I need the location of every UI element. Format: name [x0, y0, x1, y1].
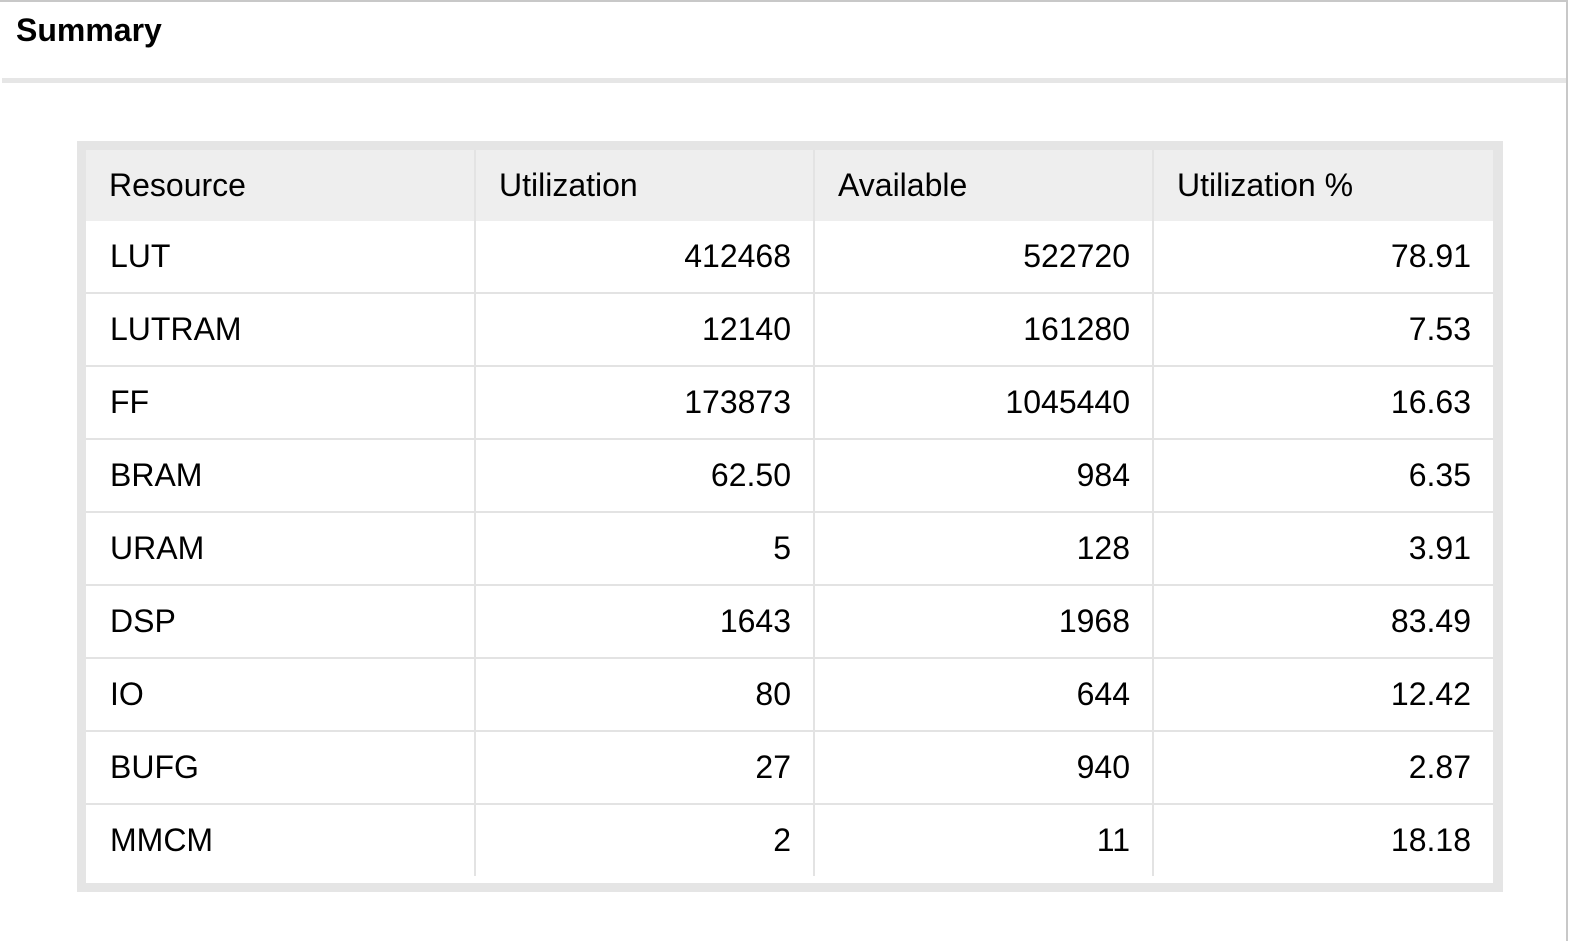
resource-cell: LUTRAM: [86, 292, 475, 366]
resource-cell: FF: [86, 365, 475, 439]
utilization-cell: 173873: [474, 365, 814, 439]
table-row: BUFG 27 940 2.87: [86, 730, 1493, 804]
available-cell: 644: [813, 657, 1153, 731]
utilization-percent-cell: 12.42: [1152, 657, 1493, 731]
utilization-cell: 62.50: [474, 438, 814, 512]
table-row: IO 80 644 12.42: [86, 657, 1493, 731]
resource-cell: MMCM: [86, 803, 475, 876]
available-cell: 161280: [813, 292, 1153, 366]
available-cell: 940: [813, 730, 1153, 804]
utilization-table: Resource Utilization Available Utilizati…: [86, 150, 1493, 876]
resource-cell: DSP: [86, 584, 475, 658]
right-border: [1566, 0, 1568, 941]
available-cell: 522720: [813, 221, 1153, 293]
utilization-percent-cell: 6.35: [1152, 438, 1493, 512]
utilization-table-frame: Resource Utilization Available Utilizati…: [77, 141, 1503, 892]
utilization-percent-cell: 2.87: [1152, 730, 1493, 804]
utilization-cell: 2: [474, 803, 814, 876]
table-body: LUT 412468 522720 78.91 LUTRAM 12140 161280 7.5…: [86, 221, 1493, 876]
resource-cell: BRAM: [86, 438, 475, 512]
table-row: MMCM 2 11 18.18: [86, 803, 1493, 876]
available-cell: 128: [813, 511, 1153, 585]
table-row: LUTRAM 12140 161280 7.53: [86, 292, 1493, 366]
table-row: FF 173873 1045440 16.63: [86, 365, 1493, 439]
table-header-row: Resource Utilization Available Utilizati…: [86, 150, 1493, 221]
header-utilization-percent[interactable]: Utilization %: [1152, 150, 1493, 221]
top-border: [0, 0, 1568, 2]
table-row: LUT 412468 522720 78.91: [86, 221, 1493, 293]
available-cell: 1968: [813, 584, 1153, 658]
utilization-cell: 412468: [474, 221, 814, 293]
utilization-cell: 12140: [474, 292, 814, 366]
header-resource[interactable]: Resource: [86, 150, 475, 221]
utilization-percent-cell: 16.63: [1152, 365, 1493, 439]
utilization-percent-cell: 78.91: [1152, 221, 1493, 293]
utilization-percent-cell: 7.53: [1152, 292, 1493, 366]
available-cell: 1045440: [813, 365, 1153, 439]
resource-cell: URAM: [86, 511, 475, 585]
utilization-cell: 27: [474, 730, 814, 804]
utilization-percent-cell: 18.18: [1152, 803, 1493, 876]
resource-cell: IO: [86, 657, 475, 731]
table-row: BRAM 62.50 984 6.35: [86, 438, 1493, 512]
header-available[interactable]: Available: [813, 150, 1153, 221]
utilization-cell: 5: [474, 511, 814, 585]
utilization-cell: 1643: [474, 584, 814, 658]
title-divider: [2, 78, 1566, 83]
available-cell: 984: [813, 438, 1153, 512]
utilization-percent-cell: 3.91: [1152, 511, 1493, 585]
resource-cell: BUFG: [86, 730, 475, 804]
header-utilization[interactable]: Utilization: [474, 150, 814, 221]
section-title: Summary: [16, 12, 162, 48]
table-row: DSP 1643 1968 83.49: [86, 584, 1493, 658]
resource-cell: LUT: [110, 238, 171, 274]
utilization-cell: 80: [474, 657, 814, 731]
utilization-percent-cell: 83.49: [1152, 584, 1493, 658]
table-row: URAM 5 128 3.91: [86, 511, 1493, 585]
available-cell: 11: [813, 803, 1153, 876]
